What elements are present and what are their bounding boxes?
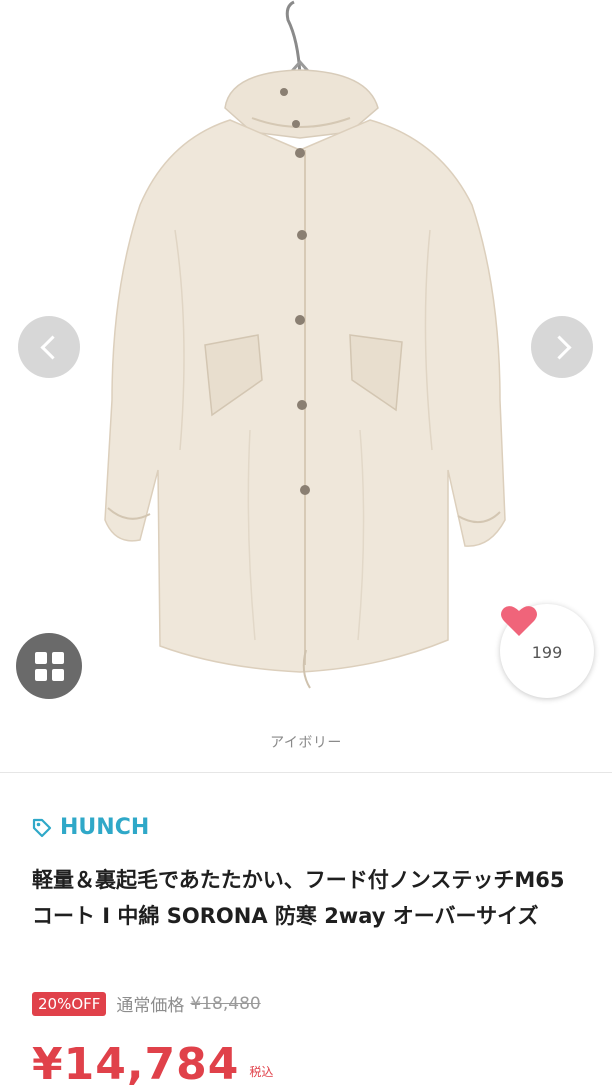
- product-title: 軽量＆裏起毛であたたかい、フード付ノンステッチM65コート I 中綿 SORON…: [32, 868, 565, 928]
- regular-price-row: 20%OFF 通常価格 ¥18,480: [32, 991, 261, 1016]
- sale-price-row: ¥14,784 税込: [32, 1040, 273, 1090]
- tax-label: 税込: [249, 1065, 274, 1079]
- discount-badge: 20%OFF: [32, 991, 107, 1016]
- brand-name: HUNCH: [60, 815, 150, 840]
- sale-price: ¥14,784: [32, 1039, 240, 1090]
- tag-icon: [32, 818, 52, 837]
- brand-link[interactable]: HUNCH: [32, 815, 149, 840]
- regular-price: ¥18,480: [190, 993, 261, 1014]
- image-grid-button[interactable]: [16, 633, 82, 699]
- next-image-button[interactable]: [531, 316, 593, 378]
- favorite-count: 199: [531, 642, 563, 662]
- favorite-button[interactable]: 199: [500, 604, 594, 698]
- grid-icon: [34, 651, 64, 681]
- chevron-left-icon: [39, 334, 65, 360]
- color-caption: アイボリー: [270, 735, 342, 751]
- previous-image-button[interactable]: [18, 316, 80, 378]
- product-image-gallery[interactable]: 199: [0, 0, 612, 715]
- heart-icon: [501, 606, 537, 636]
- chevron-right-icon: [546, 334, 572, 360]
- divider: [0, 772, 612, 773]
- regular-price-label: 通常価格: [116, 996, 185, 1016]
